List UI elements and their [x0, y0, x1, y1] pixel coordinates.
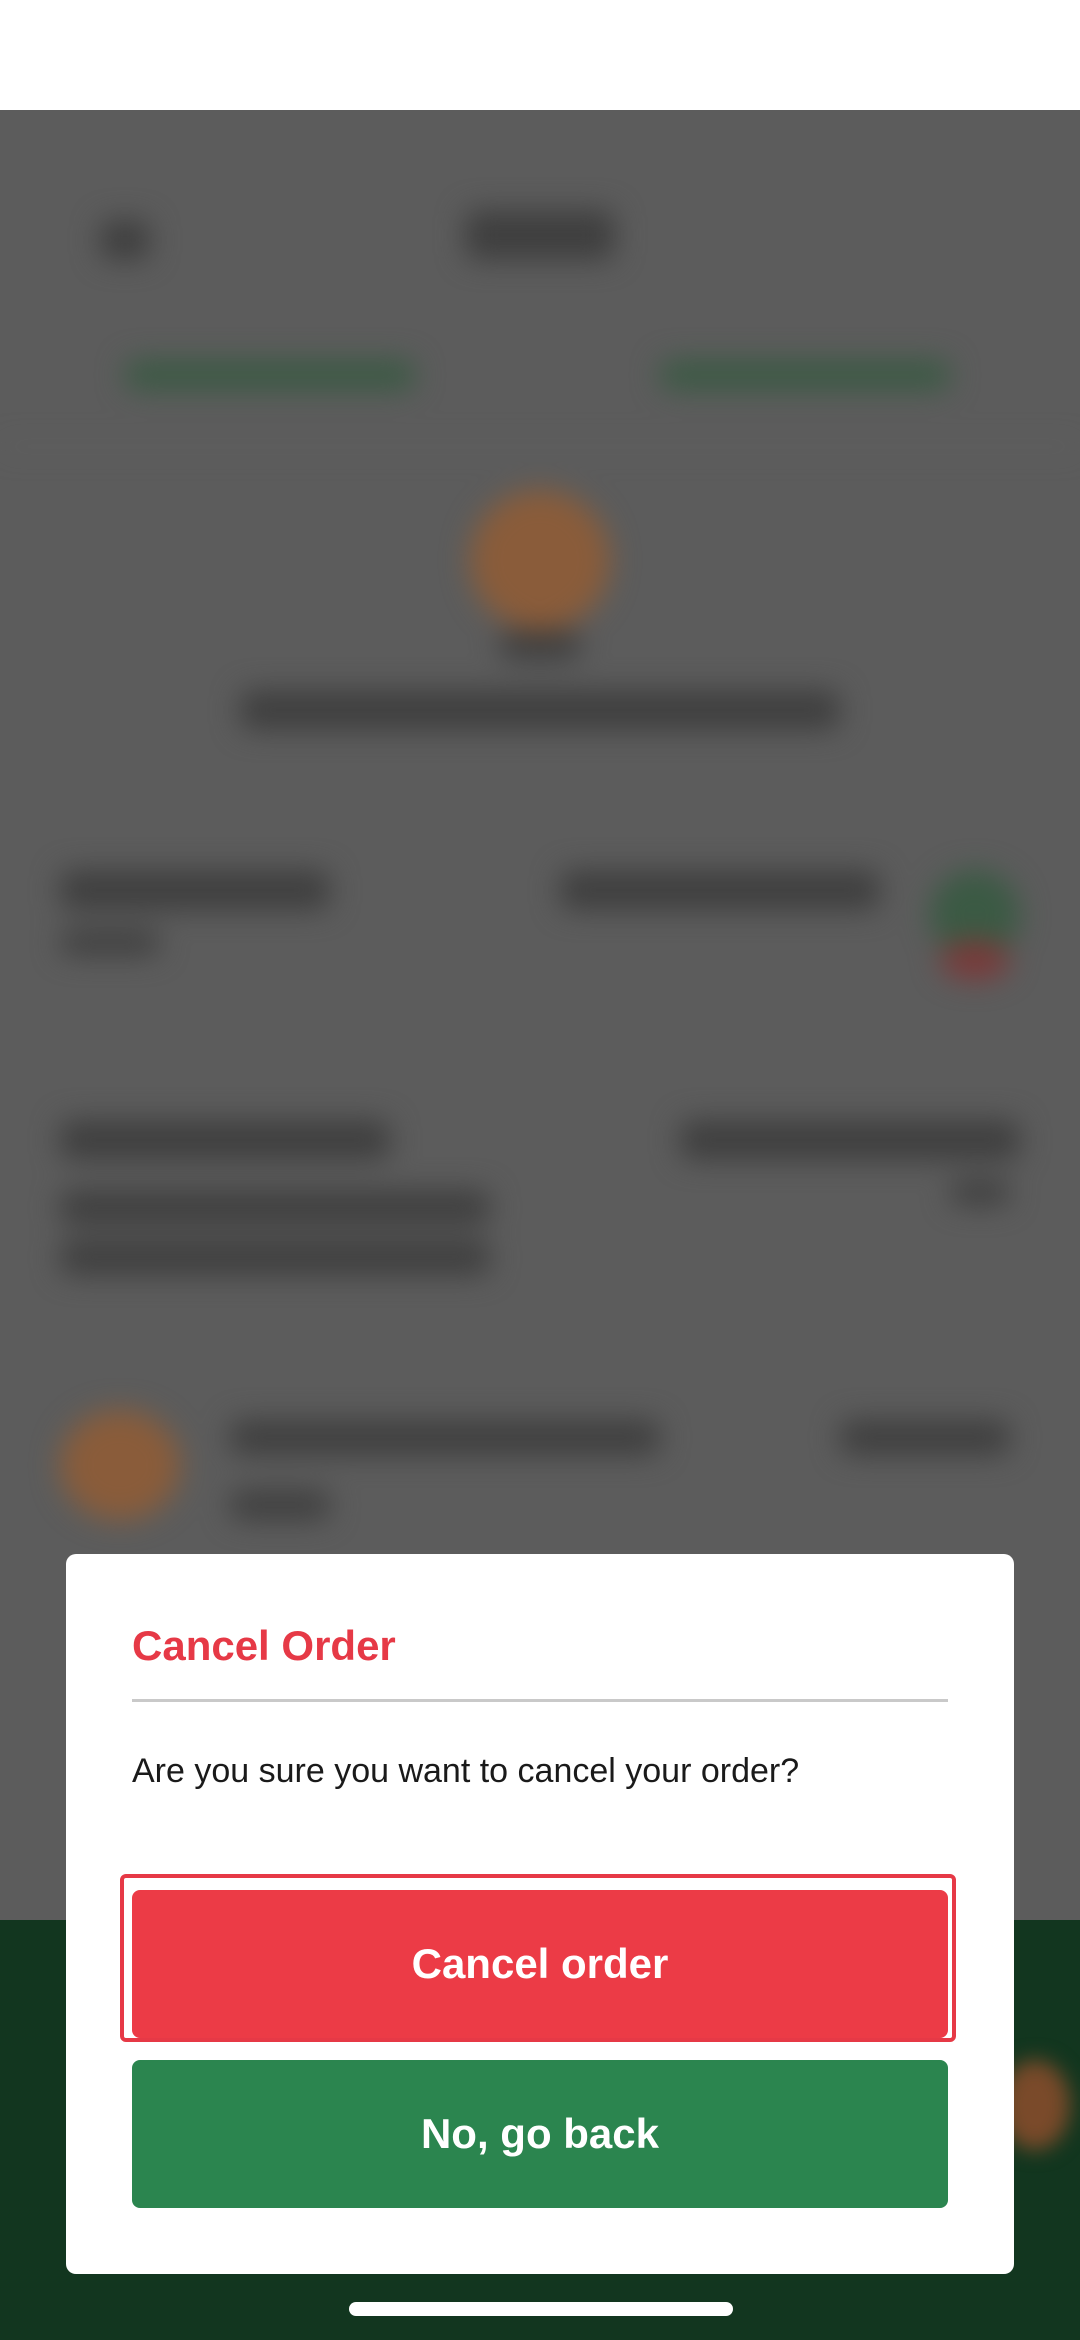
cancel-order-dialog: Cancel Order Are you sure you want to ca… — [66, 1554, 1014, 2274]
header-title-placeholder — [465, 210, 615, 260]
tab-placeholder-right — [660, 360, 950, 390]
row-sublabel-placeholder — [60, 930, 160, 955]
item-price-placeholder — [840, 1420, 1010, 1455]
item-image-placeholder — [60, 1410, 180, 1520]
status-text-placeholder — [500, 630, 580, 660]
row-value-placeholder — [560, 870, 880, 910]
status-bar — [0, 0, 1080, 110]
address-value-placeholder — [680, 1120, 1020, 1160]
row-label-placeholder — [60, 870, 330, 910]
dialog-message: Are you sure you want to cancel your ord… — [132, 1752, 800, 1790]
address-line-placeholder — [60, 1190, 490, 1225]
address-title-placeholder — [60, 1120, 390, 1160]
item-qty-placeholder — [230, 1490, 330, 1520]
dialog-divider — [132, 1699, 948, 1702]
row-badge-placeholder — [940, 940, 1010, 980]
dialog-title: Cancel Order — [132, 1622, 396, 1669]
home-indicator[interactable] — [349, 2302, 733, 2316]
status-illustration — [470, 490, 610, 630]
tab-divider — [0, 445, 1080, 448]
item-name-placeholder — [230, 1420, 660, 1455]
address-meta-placeholder — [950, 1180, 1010, 1205]
go-back-button[interactable]: No, go back — [132, 2060, 948, 2208]
back-arrow-icon — [100, 220, 150, 260]
address-line2-placeholder — [60, 1240, 490, 1275]
tab-placeholder-left — [125, 360, 415, 390]
status-subtext-placeholder — [240, 690, 840, 730]
cancel-order-button[interactable]: Cancel order — [132, 1890, 948, 2038]
